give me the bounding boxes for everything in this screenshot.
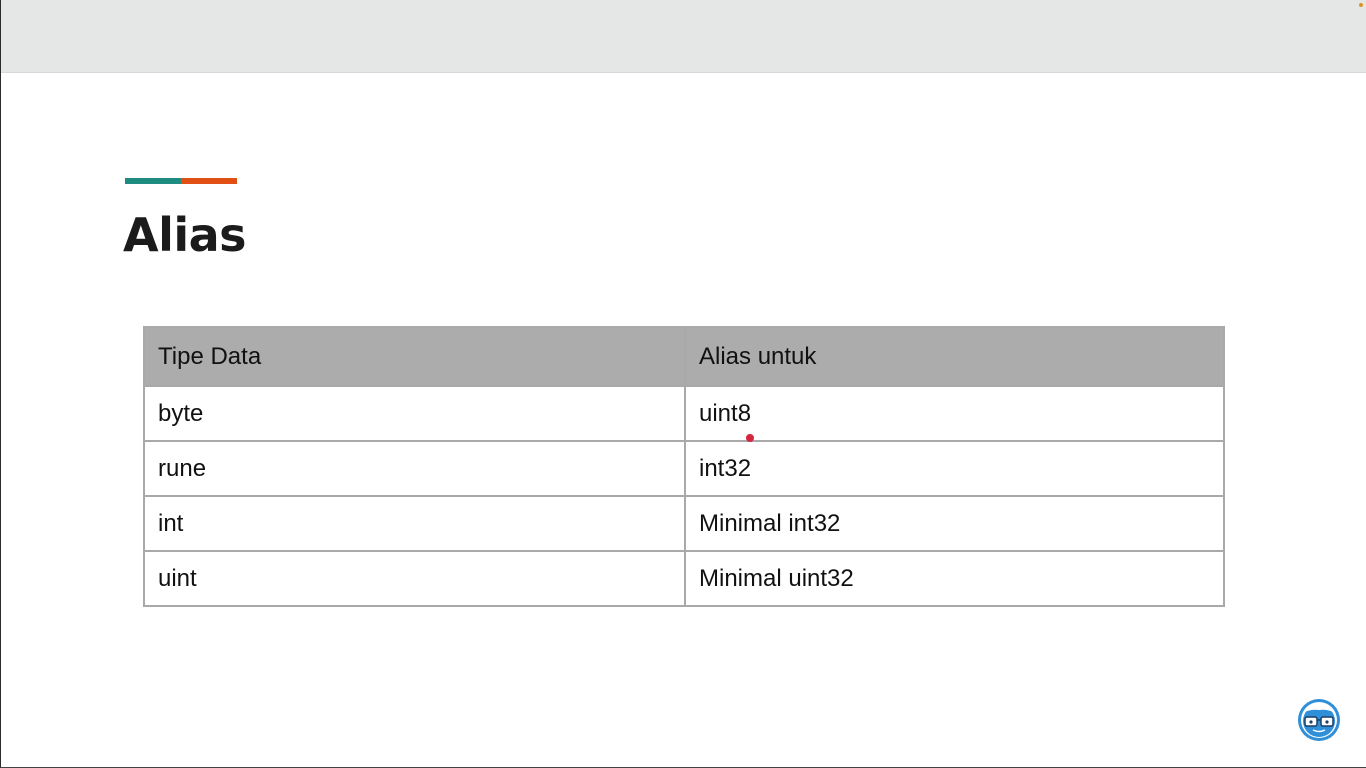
cell-type: rune <box>143 440 686 497</box>
title-accent-bar <box>125 178 237 184</box>
cell-alias: Minimal uint32 <box>684 550 1225 607</box>
laser-pointer-dot <box>746 434 754 442</box>
cell-alias: uint8 <box>684 385 1225 442</box>
table-row: rune int32 <box>143 440 1225 497</box>
accent-teal <box>125 178 181 184</box>
table-row: byte uint8 <box>143 385 1225 442</box>
cell-type: byte <box>143 385 686 442</box>
cell-alias: Minimal int32 <box>684 495 1225 552</box>
table-row: int Minimal int32 <box>143 495 1225 552</box>
status-dot <box>1359 3 1363 7</box>
accent-orange <box>181 178 237 184</box>
header-tipe-data: Tipe Data <box>143 326 686 387</box>
table-header-row: Tipe Data Alias untuk <box>143 326 1225 387</box>
cell-alias: int32 <box>684 440 1225 497</box>
cell-type: uint <box>143 550 686 607</box>
presentation-viewer: Alias Tipe Data Alias untuk byte uint8 r… <box>0 0 1366 768</box>
cell-type: int <box>143 495 686 552</box>
nerd-glasses-logo-icon <box>1297 698 1341 742</box>
top-bar <box>1 0 1366 73</box>
alias-table: Tipe Data Alias untuk byte uint8 rune in… <box>143 326 1225 607</box>
table-row: uint Minimal uint32 <box>143 550 1225 607</box>
slide-title: Alias <box>123 208 247 262</box>
header-alias-untuk: Alias untuk <box>684 326 1225 387</box>
